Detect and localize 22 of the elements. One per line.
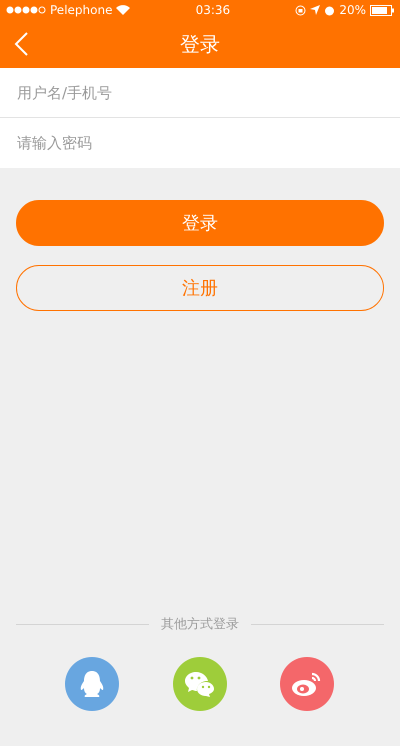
eye-waves-icon	[291, 670, 323, 698]
social-login-button[interactable]	[280, 657, 334, 711]
status-time: 03:36	[196, 3, 230, 17]
carrier-name: Pelephone	[50, 3, 112, 17]
battery-icon	[370, 4, 394, 16]
back-icon[interactable]	[14, 32, 28, 56]
battery-percent: 20%	[339, 3, 366, 17]
login-button[interactable]: 登录	[16, 200, 384, 246]
input-field[interactable]: 请输入密码	[0, 118, 400, 168]
penguin-icon	[79, 670, 105, 698]
lock-rotation-icon	[295, 4, 306, 16]
social-login-button[interactable]	[172, 657, 226, 711]
alarm-icon	[324, 4, 336, 16]
social-login-button[interactable]	[65, 657, 119, 711]
page-title: 登录	[180, 30, 220, 58]
input-field[interactable]: 用户名/手机号	[0, 68, 400, 118]
location-arrow-icon	[310, 5, 320, 15]
signal-icon	[6, 6, 46, 14]
other-login-label: 其他方式登录	[161, 616, 239, 633]
chat-bubbles-icon	[184, 670, 216, 698]
wifi-icon	[116, 5, 130, 15]
register-button[interactable]: 注册	[16, 265, 384, 311]
